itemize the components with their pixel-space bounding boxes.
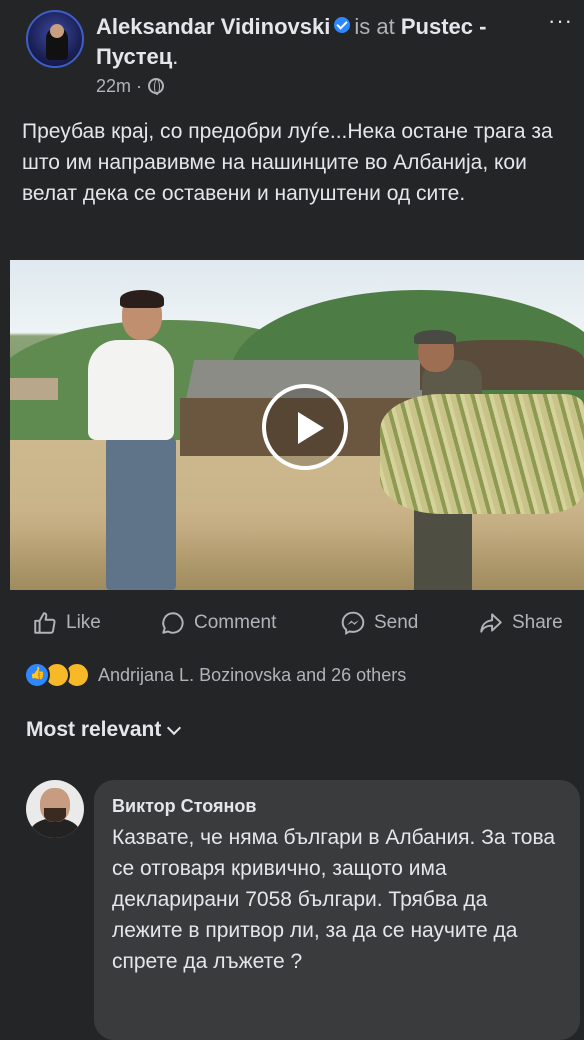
- person-cap: [414, 330, 456, 344]
- post-meta: 22m ·: [96, 76, 165, 97]
- post-text: Преубав крај, со предобри луѓе...Нека ос…: [22, 120, 553, 205]
- person-legs: [106, 438, 176, 590]
- comment-label: Comment: [194, 612, 277, 633]
- avatar-face: [50, 24, 64, 38]
- send-label: Send: [374, 612, 419, 633]
- is-at-label: is at: [354, 14, 395, 39]
- author-name[interactable]: Aleksandar Vidinovski: [96, 14, 330, 39]
- action-bar: Like Comment Send Share: [0, 598, 584, 648]
- share-button[interactable]: Share: [478, 608, 563, 638]
- sort-label: Most relevant: [26, 718, 162, 741]
- commenter-avatar[interactable]: [26, 780, 84, 838]
- person-body: [88, 340, 174, 440]
- comment-author[interactable]: Виктор Стоянов: [112, 794, 562, 818]
- post-header: Aleksandar Vidinovski is at Pustec - Пуст…: [0, 0, 584, 110]
- author-line: Aleksandar Vidinovski is at Pustec - Пуст…: [96, 14, 487, 69]
- more-options-icon[interactable]: ···: [548, 8, 573, 34]
- play-icon[interactable]: [262, 384, 348, 470]
- chevron-down-icon: [167, 720, 182, 735]
- verified-badge-icon: [334, 17, 351, 33]
- person-hair: [120, 290, 164, 308]
- share-label: Share: [512, 612, 563, 633]
- post-time[interactable]: 22m: [96, 76, 131, 96]
- comment-bubble: Виктор Стоянов Казвате, че няма българи …: [94, 780, 580, 1040]
- comment-icon: [162, 612, 184, 634]
- thumbs-up-icon: [34, 612, 56, 634]
- send-button[interactable]: Send: [340, 608, 418, 638]
- comment-text: Казвате, че няма българи в Албания. За т…: [112, 826, 556, 973]
- like-reaction-icon: [24, 662, 50, 688]
- grass-shade: [10, 510, 584, 590]
- messenger-icon: [341, 611, 365, 635]
- avatar-beard: [44, 808, 66, 822]
- video-thumbnail[interactable]: [10, 260, 584, 590]
- house-shape: [10, 378, 58, 400]
- reactions-text: Andrijana L. Bozinovska and 26 others: [98, 664, 407, 685]
- like-label: Like: [66, 612, 101, 633]
- comment-sort-dropdown[interactable]: Most relevant: [26, 718, 182, 742]
- share-icon: [480, 613, 502, 633]
- hay-bundle: [380, 394, 584, 514]
- like-button[interactable]: Like: [32, 608, 101, 638]
- comment-button[interactable]: Comment: [160, 608, 276, 638]
- author-avatar[interactable]: [26, 10, 84, 68]
- globe-icon: [148, 78, 165, 95]
- reactions-summary[interactable]: Andrijana L. Bozinovska and 26 others: [24, 660, 406, 690]
